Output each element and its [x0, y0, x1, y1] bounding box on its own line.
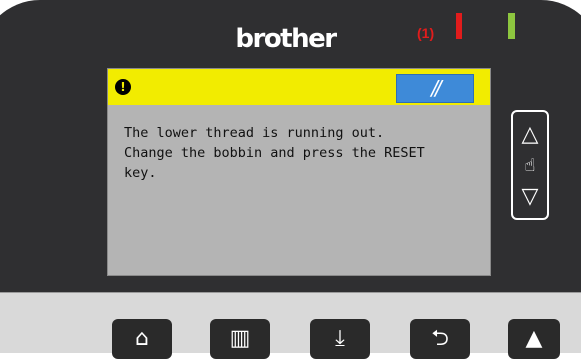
return-icon: ⮌	[431, 326, 449, 351]
scroll-control: △ ☝ ▽	[511, 110, 549, 220]
status-led-red	[456, 13, 462, 39]
error-message: The lower thread is running out. Change …	[124, 125, 425, 181]
status-led-green	[508, 13, 515, 39]
home-icon: ⌂	[135, 326, 149, 351]
brand-logo: brother	[0, 24, 581, 54]
lcd-screen: ! // The lower thread is running out. Ch…	[107, 68, 491, 276]
up-key[interactable]: ▲	[508, 319, 560, 359]
acknowledge-button[interactable]: //	[396, 74, 474, 103]
scroll-down-button[interactable]: ▽	[513, 180, 547, 214]
return-key[interactable]: ⮌	[410, 319, 470, 359]
scroll-up-button[interactable]: △	[513, 118, 547, 152]
bobbin-icon: ▥	[229, 326, 251, 351]
key-panel	[0, 292, 581, 353]
brand-text: brother	[235, 24, 337, 54]
thread-cut-icon: ⤓	[335, 326, 345, 351]
warning-icon: !	[115, 79, 131, 95]
callout-label: (1)	[417, 25, 435, 41]
thread-cut-key[interactable]: ⤓	[310, 319, 370, 359]
warning-bar: ! //	[108, 69, 490, 105]
bobbin-key[interactable]: ▥	[210, 319, 270, 359]
home-key[interactable]: ⌂	[112, 319, 172, 359]
up-arrow-icon: ▲	[525, 326, 543, 351]
touch-hand-icon: ☝	[524, 155, 536, 176]
